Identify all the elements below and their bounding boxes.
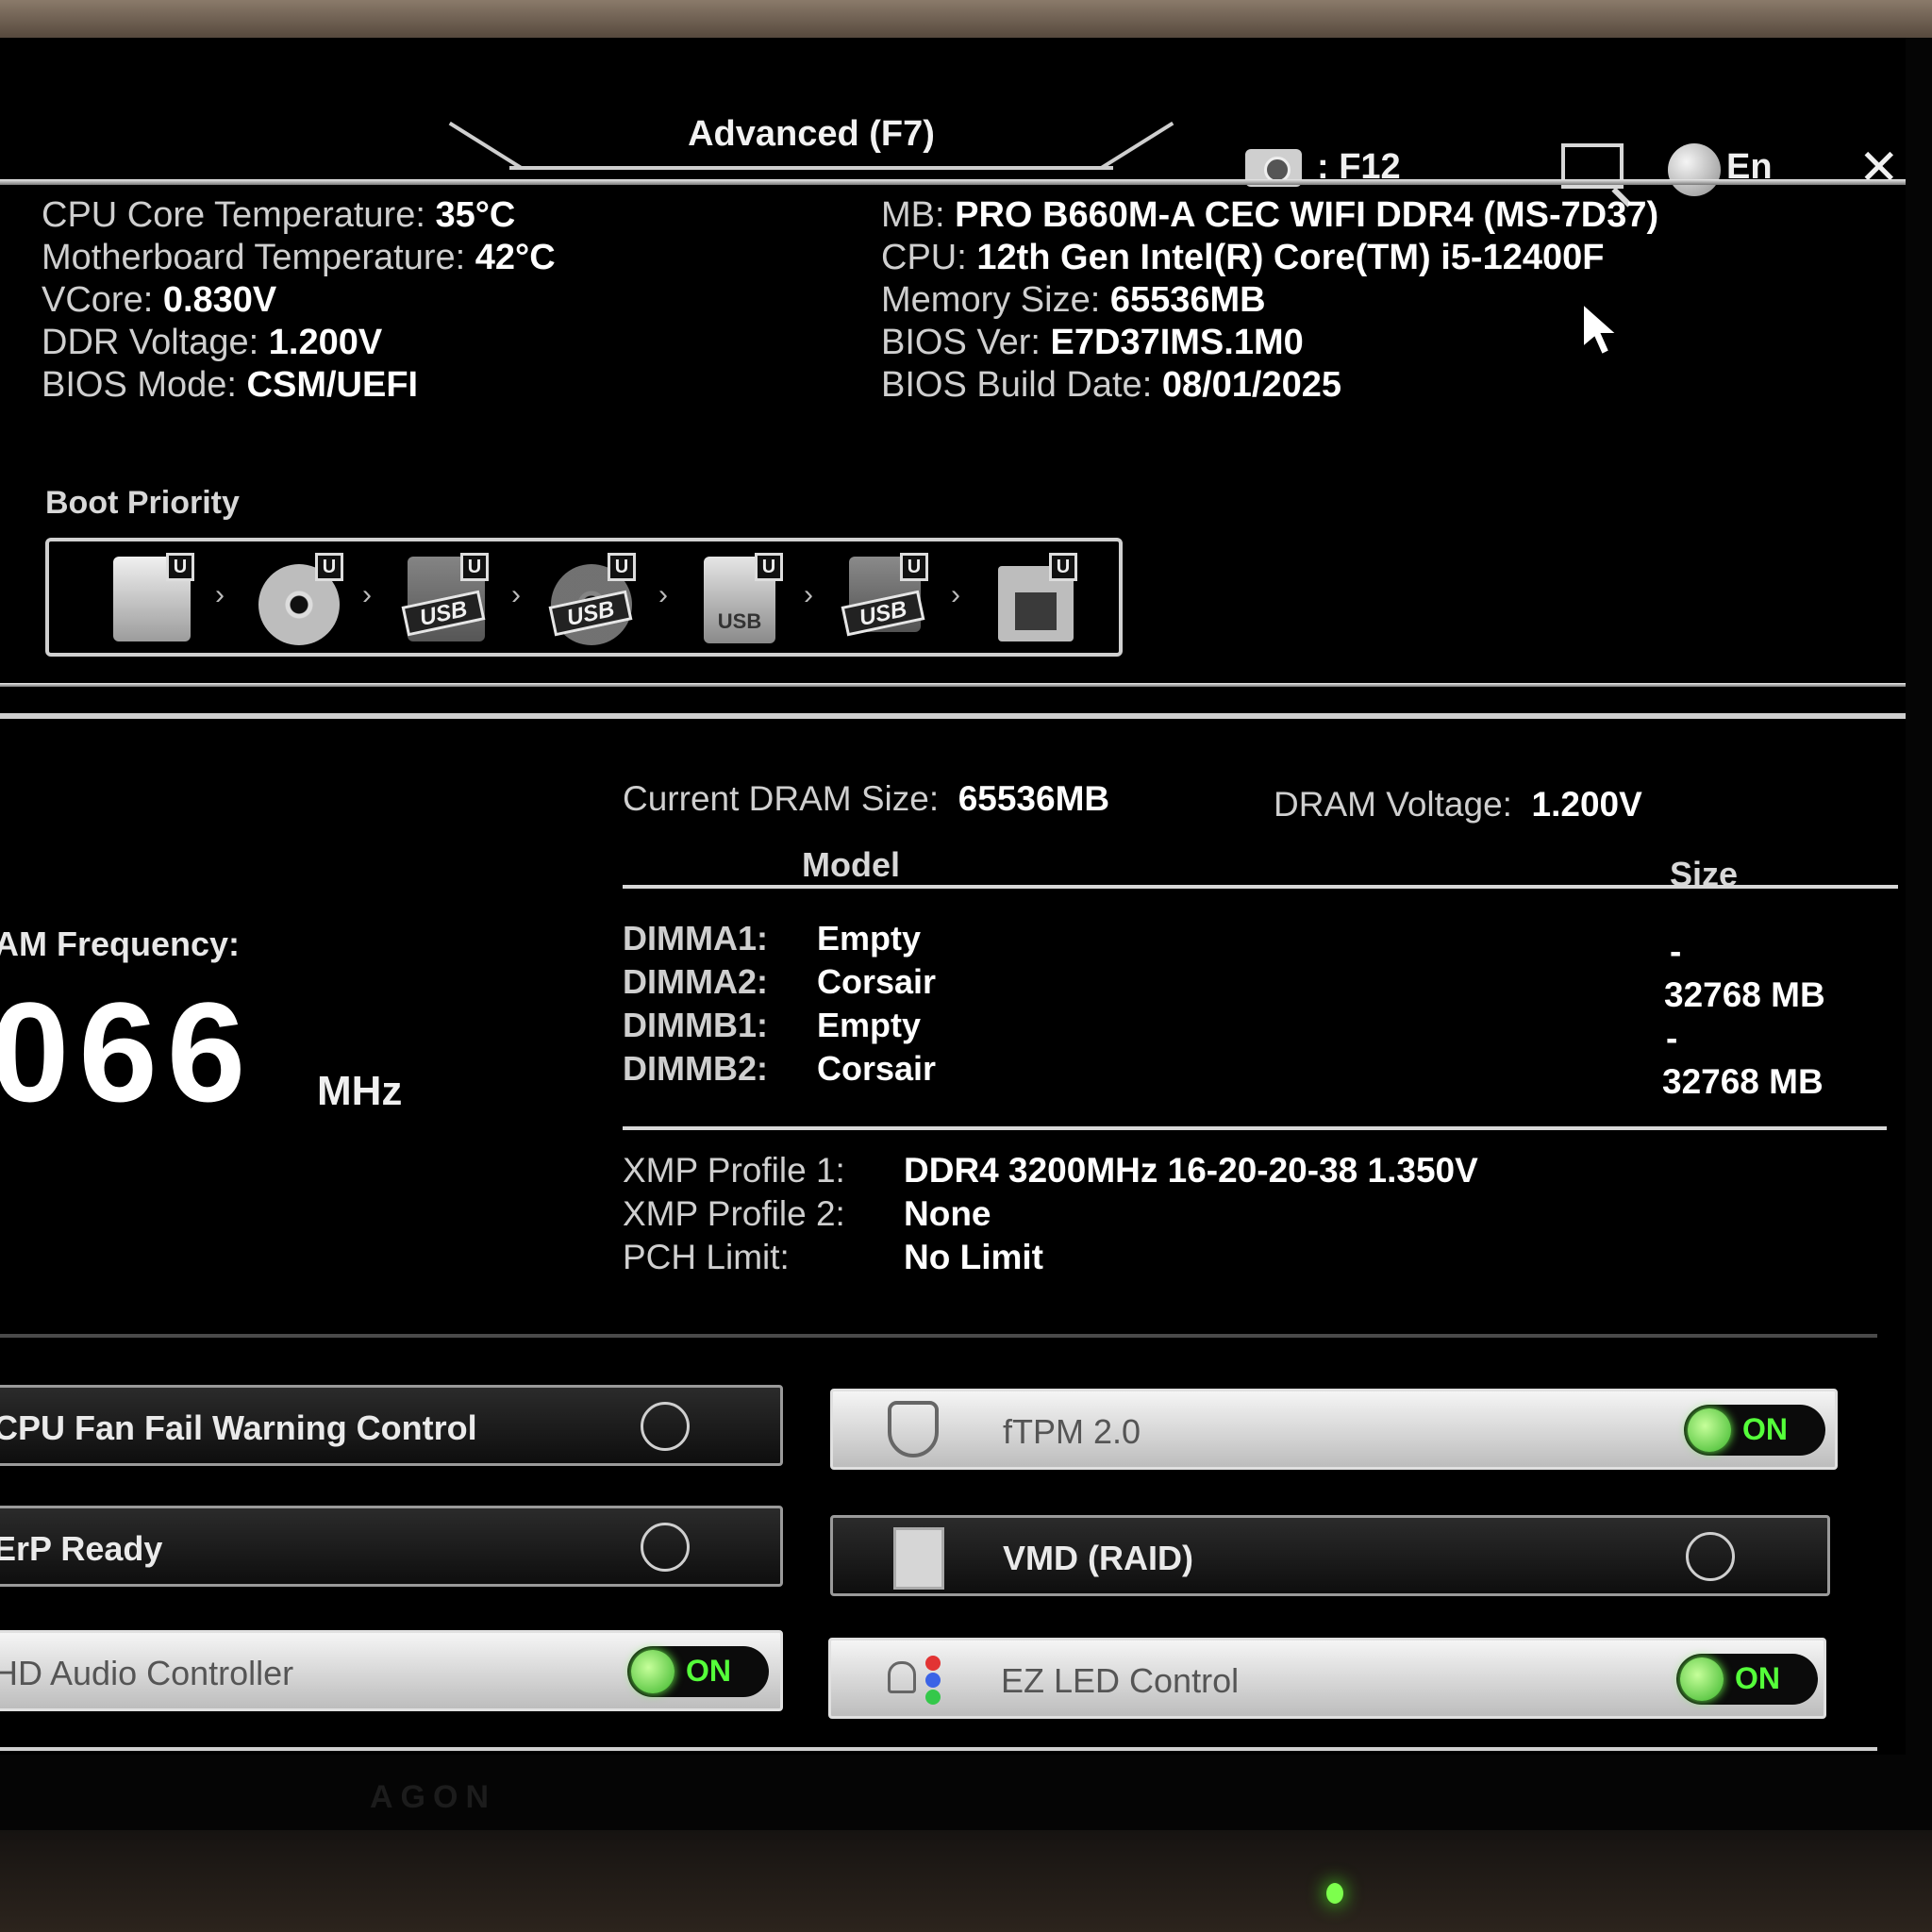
on-switch[interactable]: ON	[1676, 1654, 1818, 1705]
table-header-rule	[623, 885, 1898, 889]
mb-temp-line: Motherboard Temperature: 42°C	[42, 238, 556, 277]
bios-screen: Advanced (F7) : F12 En ✕ CPU Core Temper…	[0, 38, 1906, 1755]
advanced-mode-tab[interactable]: Advanced (F7)	[509, 104, 1113, 170]
pch-limit: PCH Limit: No Limit	[623, 1238, 1043, 1276]
switch-text: ON	[686, 1654, 731, 1688]
disk-icon	[884, 1527, 944, 1590]
optical-disc-icon[interactable]: U	[255, 553, 343, 645]
feature-section-divider	[0, 1334, 1877, 1338]
cpu-model-line: CPU: 12th Gen Intel(R) Core(TM) i5-12400…	[881, 238, 1605, 277]
xmp-profile-1: XMP Profile 1: DDR4 3200MHz 16-20-20-38 1…	[623, 1151, 1478, 1190]
erp-ready-toggle[interactable]: ErP Ready	[0, 1506, 783, 1587]
off-radio[interactable]	[641, 1402, 690, 1451]
table-row: DIMMA1: Empty	[623, 919, 922, 958]
desk-background	[0, 1830, 1932, 1932]
system-info-left: CPU Core Temperature: 35°C Motherboard T…	[42, 194, 556, 407]
boot-priority-bar: U › U › USB U › USB U › USB U › USB U › …	[45, 538, 1123, 657]
dimm-size-cell: -	[1666, 1019, 1678, 1058]
usb-hard-drive-icon[interactable]: USB U	[400, 553, 489, 641]
boot-arrow: ›	[215, 579, 225, 610]
dram-frequency-unit: MHz	[317, 1068, 403, 1114]
uefi-badge: U	[755, 553, 783, 581]
on-switch[interactable]: ON	[627, 1646, 769, 1697]
dram-frequency-label: AM Frequency:	[0, 924, 241, 963]
dimm-size-cell: -	[1670, 932, 1682, 971]
bios-date-line: BIOS Build Date: 08/01/2025	[881, 365, 1341, 405]
toggle-label: HD Audio Controller	[0, 1654, 294, 1692]
dram-frequency-value: 066	[0, 973, 256, 1131]
monitor-brand-logo: AGON	[370, 1779, 496, 1815]
off-radio[interactable]	[641, 1523, 690, 1572]
boot-section-divider	[0, 683, 1906, 687]
boot-arrow: ›	[511, 579, 521, 610]
uefi-badge: U	[1049, 553, 1077, 581]
led-bulb-icon	[878, 1650, 941, 1710]
system-info-right: MB: PRO B660M-A CEC WIFI DDR4 (MS-7D37) …	[881, 194, 1658, 407]
uefi-badge: U	[608, 553, 636, 581]
boot-arrow: ›	[804, 579, 813, 610]
hd-audio-controller-toggle[interactable]: HD Audio Controller ON	[0, 1630, 783, 1711]
usb-floppy-icon[interactable]: USB U	[840, 553, 928, 641]
monitor: Advanced (F7) : F12 En ✕ CPU Core Temper…	[0, 38, 1932, 1830]
mb-model-line: MB: PRO B660M-A CEC WIFI DDR4 (MS-7D37)	[881, 195, 1659, 235]
ez-led-control-toggle[interactable]: EZ LED Control ON	[828, 1638, 1826, 1719]
toggle-label: CPU Fan Fail Warning Control	[0, 1408, 477, 1447]
header-divider	[0, 179, 1906, 185]
table-row: DIMMB1: Empty	[623, 1006, 922, 1044]
shield-lock-icon	[880, 1401, 941, 1461]
hard-drive-icon[interactable]: U	[106, 553, 194, 641]
current-dram-size: Current DRAM Size: 65536MB	[623, 779, 1110, 818]
on-switch[interactable]: ON	[1684, 1405, 1825, 1456]
dram-voltage: DRAM Voltage: 1.200V	[1274, 785, 1642, 824]
usb-stick-label: USB	[717, 609, 762, 633]
ddr-voltage-line: DDR Voltage: 1.200V	[42, 323, 383, 362]
boot-priority-title: Boot Priority	[45, 485, 240, 521]
toggle-label: fTPM 2.0	[1003, 1412, 1141, 1451]
table-footer-rule	[623, 1126, 1887, 1130]
toggle-label: EZ LED Control	[1001, 1661, 1240, 1700]
xmp-profile-2: XMP Profile 2: None	[623, 1194, 991, 1233]
cpu-temp-line: CPU Core Temperature: 35°C	[42, 195, 516, 235]
usb-stick-icon[interactable]: USB U	[694, 553, 783, 643]
toggle-label: VMD (RAID)	[1003, 1539, 1193, 1577]
panel-bottom-edge	[0, 1747, 1877, 1751]
model-column-header: Model	[802, 845, 900, 884]
toggle-label: ErP Ready	[0, 1529, 163, 1568]
switch-text: ON	[1735, 1661, 1780, 1695]
boot-arrow: ›	[951, 579, 960, 610]
uefi-badge: U	[460, 553, 489, 581]
off-radio[interactable]	[1686, 1532, 1735, 1581]
vmd-raid-toggle[interactable]: VMD (RAID)	[830, 1515, 1830, 1596]
uefi-badge: U	[166, 553, 194, 581]
close-icon[interactable]: ✕	[1858, 140, 1900, 196]
globe-icon[interactable]	[1668, 143, 1721, 196]
power-led-indicator	[1326, 1883, 1343, 1904]
uefi-badge: U	[900, 553, 928, 581]
network-icon[interactable]: U	[989, 553, 1077, 641]
switch-text: ON	[1742, 1412, 1788, 1446]
uefi-badge: U	[315, 553, 343, 581]
bios-ver-line: BIOS Ver: E7D37IMS.1M0	[881, 323, 1304, 362]
switch-knob	[1680, 1657, 1724, 1701]
switch-knob	[631, 1650, 675, 1693]
mouse-cursor-icon	[1582, 302, 1620, 357]
dimm-size-cell: 32768 MB	[1664, 975, 1825, 1014]
boot-arrow: ›	[362, 579, 372, 610]
vcore-line: VCore: 0.830V	[42, 280, 277, 320]
boot-arrow: ›	[658, 579, 668, 610]
switch-knob	[1688, 1408, 1731, 1452]
table-row: DIMMA2: Corsair	[623, 962, 937, 1001]
dimm-size-cell: 32768 MB	[1662, 1062, 1824, 1101]
memory-size-line: Memory Size: 65536MB	[881, 280, 1266, 320]
cpu-fan-fail-warning-toggle[interactable]: CPU Fan Fail Warning Control	[0, 1385, 783, 1466]
table-row: DIMMB2: Corsair	[623, 1049, 937, 1088]
usb-optical-disc-icon[interactable]: USB U	[547, 553, 636, 645]
ftpm-toggle[interactable]: fTPM 2.0 ON	[830, 1389, 1838, 1470]
bios-mode-line: BIOS Mode: CSM/UEFI	[42, 365, 419, 405]
